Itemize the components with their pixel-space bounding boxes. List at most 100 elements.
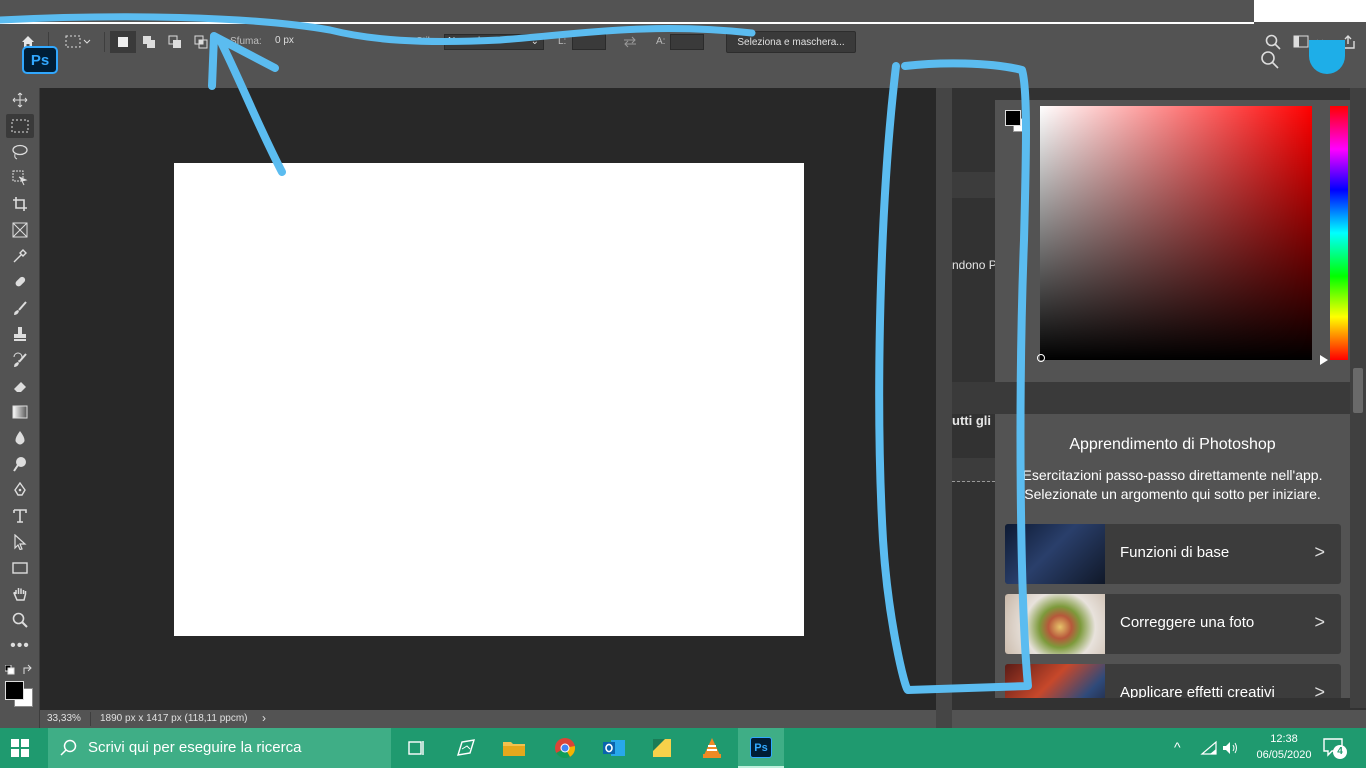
type-tool[interactable]: [6, 504, 34, 528]
new-selection-button[interactable]: [110, 31, 136, 53]
taskbar-clock[interactable]: 12:38 06/05/2020: [1252, 731, 1316, 765]
scrollbar[interactable]: [1350, 88, 1366, 708]
thumbnail-image: [1005, 524, 1105, 584]
learn-item-creative-clip: Applicare effetti creativi >: [1005, 664, 1341, 698]
learn-item-label: Funzioni di base: [1120, 544, 1230, 561]
add-selection-icon: [142, 35, 156, 49]
panel-footer: [952, 710, 1366, 728]
style-select[interactable]: Normale ⌄: [444, 34, 544, 50]
hue-slider-handle[interactable]: [1320, 355, 1328, 365]
crop-tool[interactable]: [6, 192, 34, 216]
history-brush-icon: [12, 352, 28, 368]
object-selection-tool[interactable]: [6, 166, 34, 190]
chrome-icon[interactable]: [551, 734, 579, 762]
swap-colors-icon[interactable]: [22, 664, 34, 676]
dodge-tool[interactable]: [6, 452, 34, 476]
foreground-color-swatch[interactable]: [5, 681, 24, 700]
swap-dimensions-button[interactable]: [618, 31, 642, 53]
thumbnail-image: [1005, 594, 1105, 654]
text-fragment: ndono P: [952, 258, 997, 272]
vlc-icon[interactable]: [698, 734, 726, 762]
pen-tool[interactable]: [6, 478, 34, 502]
zoom-level[interactable]: 33,33%: [47, 713, 81, 724]
notification-count: 4: [1333, 745, 1347, 759]
move-tool[interactable]: [6, 88, 34, 112]
hue-slider[interactable]: [1330, 106, 1348, 360]
bandage-icon: [12, 274, 28, 290]
task-view-icon[interactable]: [402, 734, 430, 762]
chevron-right-icon: >: [1314, 542, 1325, 562]
frame-icon: [12, 222, 28, 238]
scrollbar-thumb[interactable]: [1353, 368, 1363, 413]
sticky-notes-icon[interactable]: [648, 734, 676, 762]
photoshop-taskbar-button[interactable]: Ps: [738, 728, 784, 768]
learn-item-creative-effects[interactable]: Applicare effetti creativi >: [1005, 664, 1341, 698]
default-colors-icon[interactable]: [5, 665, 15, 675]
style-label: Stile:: [416, 36, 439, 47]
home-search-icon[interactable]: [1260, 50, 1280, 70]
type-icon: [12, 508, 28, 524]
gradient-tool[interactable]: [6, 400, 34, 424]
dodge-icon: [12, 456, 28, 472]
zoom-tool[interactable]: [6, 608, 34, 632]
fg-color-chip[interactable]: [1005, 110, 1021, 126]
panel-divider: [936, 88, 952, 728]
lasso-icon: [11, 144, 29, 160]
select-and-mask-button[interactable]: Seleziona e maschera...: [726, 31, 856, 53]
chevron-up-icon[interactable]: ^: [1174, 739, 1181, 755]
chevron-right-icon: >: [1314, 612, 1325, 632]
content-block: [952, 458, 995, 482]
lasso-tool[interactable]: [6, 140, 34, 164]
hand-tool[interactable]: [6, 582, 34, 606]
windows-start-icon[interactable]: [10, 738, 30, 758]
color-picker-handle[interactable]: [1037, 354, 1045, 362]
home-header: [0, 58, 1366, 88]
path-selection-tool[interactable]: [6, 530, 34, 554]
rectangle-tool[interactable]: [6, 556, 34, 580]
rect-marquee-icon: [65, 35, 91, 49]
learn-item-fix-photo[interactable]: Correggere una foto >: [1005, 594, 1341, 654]
taskbar-search[interactable]: Scrivi qui per eseguire la ricerca: [48, 728, 391, 768]
eraser-tool[interactable]: [6, 374, 34, 398]
gradient-icon: [12, 405, 28, 419]
width-label: L:: [558, 36, 567, 47]
feather-input[interactable]: 0 px: [272, 34, 324, 50]
volume-icon[interactable]: [1222, 740, 1240, 756]
search-icon: [1265, 34, 1281, 50]
wifi-icon[interactable]: [1200, 740, 1218, 756]
chevron-right-icon[interactable]: ›: [262, 711, 266, 725]
marquee-preset-button[interactable]: [58, 31, 98, 53]
history-brush-tool[interactable]: [6, 348, 34, 372]
width-input[interactable]: [572, 34, 606, 50]
file-explorer-icon[interactable]: [500, 734, 528, 762]
learn-title: Apprendimento di Photoshop: [1069, 436, 1276, 453]
stamp-icon: [12, 326, 28, 342]
frame-tool[interactable]: [6, 218, 34, 242]
brush-tool[interactable]: [6, 296, 34, 320]
drop-icon: [13, 430, 27, 446]
more-tools-button[interactable]: •••: [6, 634, 34, 658]
outlook-icon[interactable]: [600, 734, 628, 762]
marquee-tool[interactable]: [6, 114, 34, 138]
notifications-button[interactable]: 4: [1323, 737, 1347, 759]
white-line: [0, 22, 1254, 24]
rectangle-icon: [12, 561, 28, 575]
saturation-brightness-field[interactable]: [1040, 106, 1312, 360]
intersect-selection-button[interactable]: [188, 31, 214, 53]
search-placeholder: Scrivi qui per eseguire la ricerca: [88, 739, 302, 756]
subtract-selection-button[interactable]: [162, 31, 188, 53]
tools-panel: •••: [0, 88, 40, 728]
add-selection-button[interactable]: [136, 31, 162, 53]
healing-brush-tool[interactable]: [6, 270, 34, 294]
learn-item-basics[interactable]: Funzioni di base >: [1005, 524, 1341, 584]
app-icon[interactable]: [452, 734, 480, 762]
blur-tool[interactable]: [6, 426, 34, 450]
thumbnail-image: [1005, 664, 1105, 698]
photoshop-logo: Ps: [22, 46, 58, 74]
height-input[interactable]: [670, 34, 704, 50]
learn-item-label: Applicare effetti creativi: [1120, 684, 1275, 698]
options-bar: Sfuma: 0 px Stile: Normale ⌄ L: A: Selez…: [0, 26, 1366, 58]
eyedropper-tool[interactable]: [6, 244, 34, 268]
clone-stamp-tool[interactable]: [6, 322, 34, 346]
document-canvas[interactable]: [174, 163, 804, 636]
